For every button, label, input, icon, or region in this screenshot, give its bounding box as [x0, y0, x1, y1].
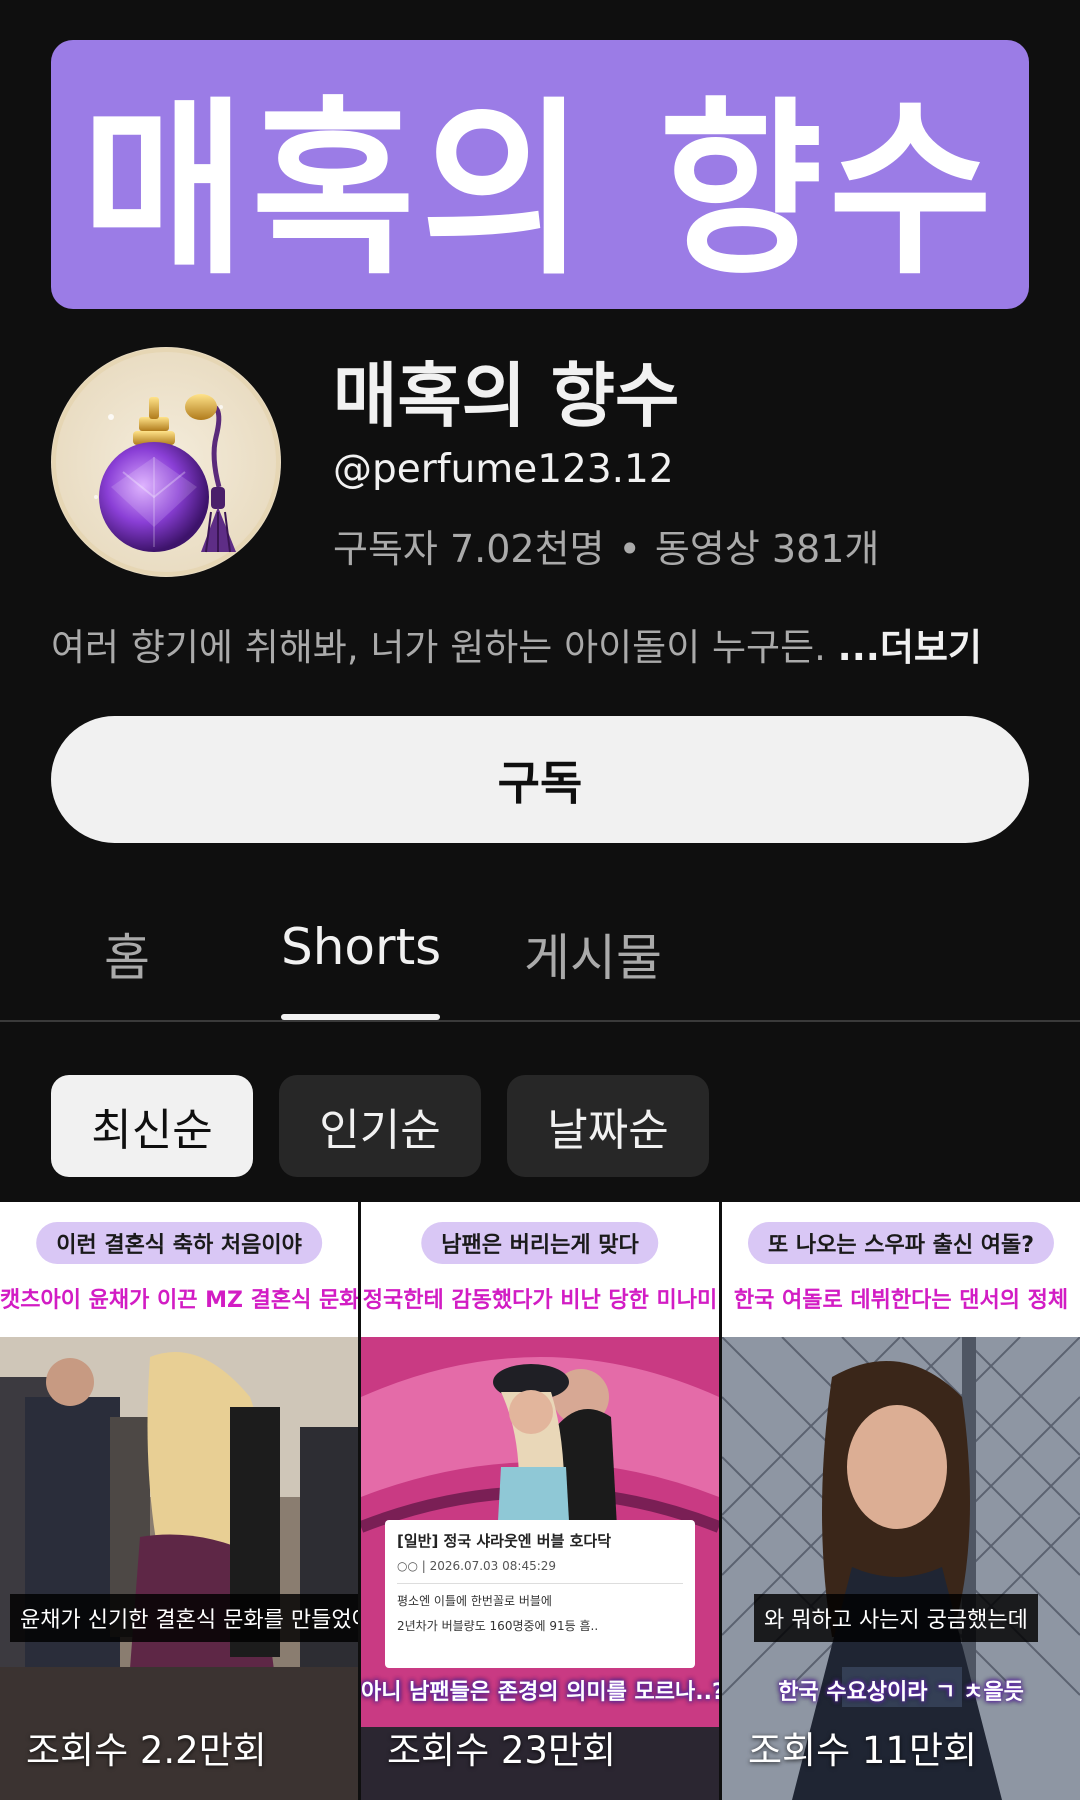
tab-home[interactable]: 홈: [104, 918, 150, 990]
short-header-pill: 남팬은 버리는게 맞다: [421, 1222, 659, 1264]
banner-text: 매혹의 향수: [81, 80, 999, 301]
short-header: 남팬은 버리는게 맞다 정국한테 감동했다가 비난 당한 미나미: [361, 1202, 719, 1337]
post-line: 평소엔 이틀에 한번꼴로 버블에: [397, 1594, 552, 1608]
post-title: [일반] 정국 샤라웃엔 버블 호다닥: [397, 1532, 612, 1550]
channel-description[interactable]: 여러 향기에 취해봐, 너가 원하는 아이돌이 누구든. ...더보기: [51, 617, 982, 671]
short-card[interactable]: 이런 결혼식 축하 처음이야 캣츠아이 윤채가 이끈 MZ 결혼식 문화 윤채가…: [0, 1202, 358, 1800]
short-views: 조회수 23만회: [387, 1729, 617, 1772]
chip-popular[interactable]: 인기순: [279, 1075, 481, 1177]
short-header-pill: 이런 결혼식 축하 처음이야: [36, 1222, 322, 1264]
subscriber-count: 구독자 7.02천명: [333, 527, 605, 571]
short-overlay-text: 한국 수요상이라 ㄱ ㅊ을듯: [778, 1680, 1024, 1705]
channel-stats: 구독자 7.02천명 • 동영상 381개: [333, 518, 879, 573]
channel-handle: @perfume123.12: [333, 447, 674, 492]
video-count: 동영상 381개: [654, 527, 880, 571]
shorts-grid: 이런 결혼식 축하 처음이야 캣츠아이 윤채가 이끈 MZ 결혼식 문화 윤채가…: [0, 1202, 1080, 1800]
short-caption: 윤채가 신기한 결혼식 문화를 만들었어요: [10, 1594, 358, 1642]
description-text: 여러 향기에 취해봐, 너가 원하는 아이돌이 누구든.: [51, 626, 838, 669]
perfume-bottle-icon: [52, 348, 280, 576]
channel-tabs: 홈 Shorts 게시물: [0, 900, 1080, 1022]
subscribe-button[interactable]: 구독: [51, 716, 1029, 843]
short-card[interactable]: 남팬은 버리는게 맞다 정국한테 감동했다가 비난 당한 미나미 [일반] 정국…: [361, 1202, 719, 1800]
stats-separator: •: [618, 527, 641, 571]
short-title: 정국한테 감동했다가 비난 당한 미나미: [362, 1288, 718, 1313]
short-header: 이런 결혼식 축하 처음이야 캣츠아이 윤채가 이끈 MZ 결혼식 문화: [0, 1202, 358, 1337]
tab-posts[interactable]: 게시물: [524, 918, 662, 990]
short-card[interactable]: 또 나오는 스우파 출신 여돌? 한국 여돌로 데뷔한다는 댄서의 정체 와 뭐…: [722, 1202, 1080, 1800]
short-views: 조회수 2.2만회: [26, 1729, 267, 1772]
short-title: 한국 여돌로 데뷔한다는 댄서의 정체: [733, 1288, 1069, 1313]
post-meta: ○○ | 2026.07.03 08:45:29: [397, 1559, 557, 1573]
more-link[interactable]: ...더보기: [838, 626, 982, 669]
channel-banner: 매혹의 향수: [51, 40, 1029, 309]
short-caption: 와 뭐하고 사는지 궁금했는데: [754, 1594, 1038, 1642]
chip-date[interactable]: 날짜순: [507, 1075, 709, 1177]
channel-avatar[interactable]: [51, 347, 281, 577]
post-card: [일반] 정국 샤라웃엔 버블 호다닥 ○○ | 2026.07.03 08:4…: [385, 1520, 695, 1668]
short-views: 조회수 11만회: [748, 1729, 978, 1772]
post-line: 2년차가 버블량도 160명중에 91등 흠..: [397, 1619, 599, 1633]
channel-name: 매혹의 향수: [333, 355, 680, 437]
short-header: 또 나오는 스우파 출신 여돌? 한국 여돌로 데뷔한다는 댄서의 정체: [722, 1202, 1080, 1337]
post-divider: [397, 1583, 683, 1584]
short-overlay-text: 아니 남팬들은 존경의 의미를 모르나..?: [361, 1680, 719, 1705]
chip-latest[interactable]: 최신순: [51, 1075, 253, 1177]
short-title: 캣츠아이 윤채가 이끈 MZ 결혼식 문화: [0, 1288, 358, 1313]
short-header-pill: 또 나오는 스우파 출신 여돌?: [747, 1222, 1055, 1264]
active-tab-indicator: [281, 1014, 440, 1020]
tab-shorts[interactable]: Shorts: [281, 918, 441, 976]
